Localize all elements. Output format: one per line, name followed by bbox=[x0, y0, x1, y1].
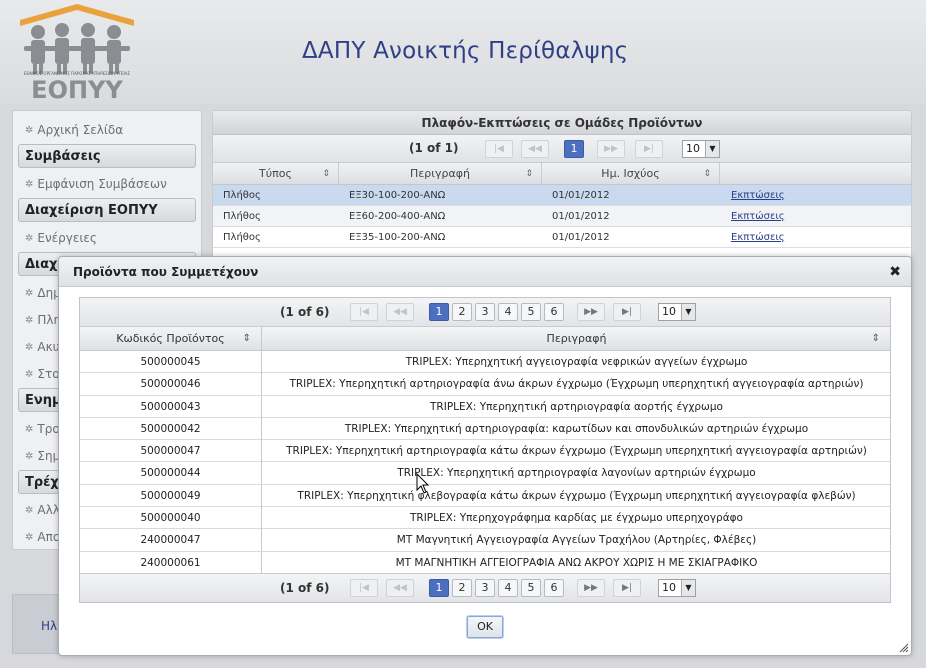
prev-page-button[interactable]: ◀◀ bbox=[386, 579, 414, 597]
mouse-cursor-icon bbox=[416, 473, 430, 494]
ok-button[interactable]: OK bbox=[467, 616, 503, 638]
page-5-button[interactable]: 5 bbox=[521, 579, 541, 597]
rows-per-page-select[interactable]: 10 ▼ bbox=[658, 579, 696, 597]
page-6-button[interactable]: 6 bbox=[544, 303, 564, 321]
first-page-button[interactable]: |◀ bbox=[350, 303, 378, 321]
next-page-button[interactable]: ▶▶ bbox=[577, 579, 605, 597]
last-page-button[interactable]: ▶| bbox=[613, 579, 641, 597]
products-dialog: Προϊόντα που Συμμετέχουν ✖ (1 of 6) |◀ ◀… bbox=[58, 256, 912, 656]
table-row[interactable]: 500000042 TRIPLEX: Υπερηχητική αρτηριογρα… bbox=[80, 417, 890, 441]
page-4-button[interactable]: 4 bbox=[498, 303, 518, 321]
sort-icon: ⇕ bbox=[242, 333, 251, 344]
page-3-button[interactable]: 3 bbox=[475, 579, 495, 597]
table-row[interactable]: 500000049 TRIPLEX: Υπερηχητική φλεβογραφί… bbox=[80, 484, 890, 508]
grid-pager-bottom: (1 of 6) |◀ ◀◀ 1 2 3 4 5 6 ▶▶ ▶| 10 ▼ bbox=[80, 573, 890, 602]
products-grid: (1 of 6) |◀ ◀◀ 1 2 3 4 5 6 ▶▶ ▶| 10 ▼ Κωδ… bbox=[79, 297, 891, 603]
page-2-button[interactable]: 2 bbox=[452, 303, 472, 321]
page-5-button[interactable]: 5 bbox=[521, 303, 541, 321]
next-page-button[interactable]: ▶▶ bbox=[577, 303, 605, 321]
chevron-down-icon: ▼ bbox=[681, 580, 695, 596]
page-1-button[interactable]: 1 bbox=[429, 579, 449, 597]
column-description[interactable]: Περιγραφή ⇕ bbox=[263, 327, 890, 351]
table-row[interactable]: 500000043 TRIPLEX: Υπερηχητική αρτηριογρα… bbox=[80, 395, 890, 418]
last-page-button[interactable]: ▶| bbox=[613, 303, 641, 321]
page-6-button[interactable]: 6 bbox=[544, 579, 564, 597]
resize-handle-icon[interactable] bbox=[899, 643, 909, 653]
sort-icon: ⇕ bbox=[871, 333, 880, 344]
prev-page-button[interactable]: ◀◀ bbox=[386, 303, 414, 321]
table-row[interactable]: 500000040 TRIPLEX: Υπερηχογράφημα καρδίας… bbox=[80, 507, 890, 530]
rows-per-page-select[interactable]: 10 ▼ bbox=[658, 303, 696, 321]
page-count: (1 of 6) bbox=[280, 581, 330, 595]
table-row[interactable]: 500000047 TRIPLEX: Υπερηχητική αρτηριογρα… bbox=[80, 440, 890, 463]
table-row[interactable]: 240000047 ΜΤ Μαγνητική Αγγειογραφία Αγγεί… bbox=[80, 529, 890, 552]
column-product-code[interactable]: Κωδικός Προϊόντος ⇕ bbox=[80, 327, 262, 351]
table-row[interactable]: 500000044 TRIPLEX: Υπερηχητική αρτηριογρα… bbox=[80, 462, 890, 485]
first-page-button[interactable]: |◀ bbox=[350, 579, 378, 597]
close-icon[interactable]: ✖ bbox=[889, 264, 901, 280]
page-4-button[interactable]: 4 bbox=[498, 579, 518, 597]
page-1-button[interactable]: 1 bbox=[429, 303, 449, 321]
table-row[interactable]: 500000046 TRIPLEX: Υπερηχητική αρτηριογρα… bbox=[80, 373, 890, 396]
dialog-title: Προϊόντα που Συμμετέχουν bbox=[59, 257, 911, 287]
chevron-down-icon: ▼ bbox=[681, 304, 695, 320]
grid-header: Κωδικός Προϊόντος ⇕ Περιγραφή ⇕ bbox=[80, 327, 890, 351]
grid-pager-top: (1 of 6) |◀ ◀◀ 1 2 3 4 5 6 ▶▶ ▶| 10 ▼ bbox=[80, 298, 890, 327]
page-2-button[interactable]: 2 bbox=[452, 579, 472, 597]
table-row[interactable]: 500000045 TRIPLEX: Υπερηχητική αγγειογραφ… bbox=[80, 351, 890, 374]
page-count: (1 of 6) bbox=[280, 305, 330, 319]
page-3-button[interactable]: 3 bbox=[475, 303, 495, 321]
table-row[interactable]: 240000061 ΜΤ ΜΑΓΝΗΤΙΚΗ ΑΓΓΕΙΟΓΡΑΦΙΑ ΑΝΩ Α… bbox=[80, 551, 890, 574]
